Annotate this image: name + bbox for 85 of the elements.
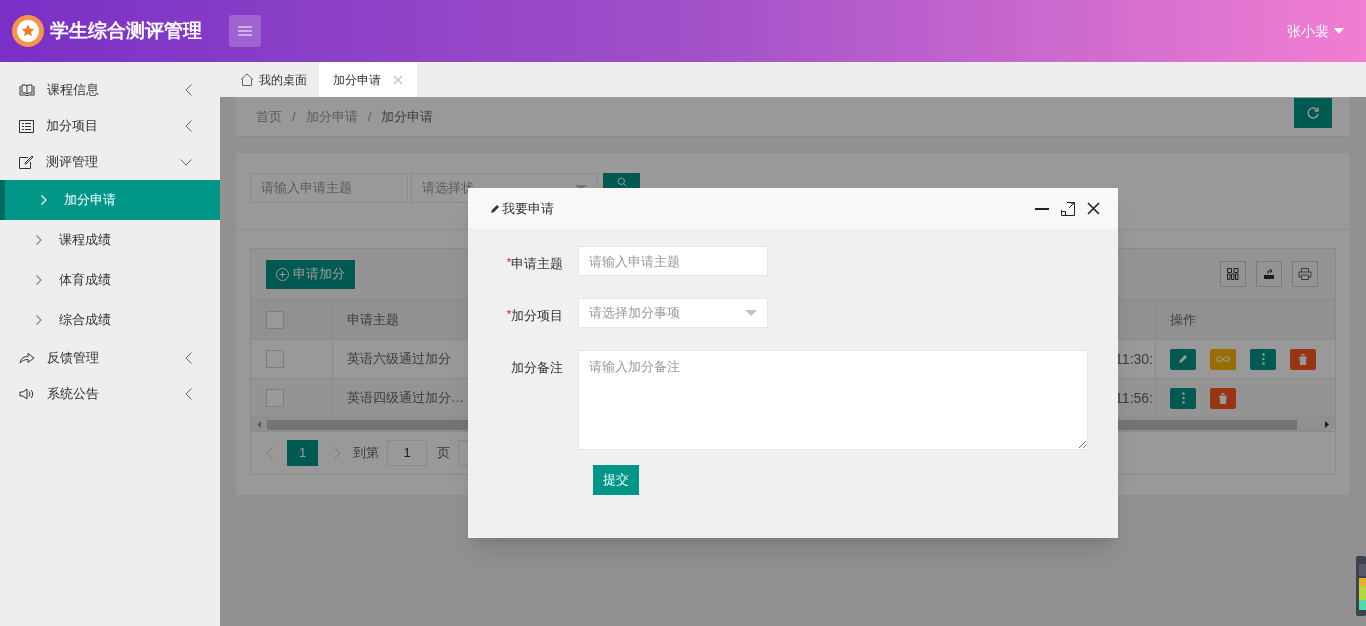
printer-icon: [1298, 268, 1312, 280]
chevron-left-icon: [185, 120, 192, 132]
text-field[interactable]: 请输入申请主题: [578, 246, 768, 276]
tab[interactable]: 加分申请: [319, 62, 417, 97]
row-checkbox[interactable]: [266, 350, 284, 368]
grid-icon: [1227, 268, 1239, 280]
edit-icon: [19, 155, 34, 169]
maximize-icon[interactable]: [1061, 201, 1075, 216]
more-button[interactable]: [1170, 387, 1196, 409]
pencil-icon: [1178, 354, 1188, 364]
menu-icon: [238, 26, 252, 36]
table-cell-text: 11:30:: [1115, 349, 1153, 369]
chevron-left-icon: [185, 84, 192, 96]
refresh-icon: [1306, 105, 1320, 120]
delete-button[interactable]: [1210, 387, 1236, 409]
sidebar-item[interactable]: 课程信息: [0, 72, 220, 108]
breadcrumb-separator: /: [292, 107, 296, 126]
field-label: *申请主题: [505, 255, 564, 273]
next-page-icon[interactable]: [334, 447, 341, 459]
delete-button[interactable]: [1290, 348, 1316, 370]
share-icon: [19, 352, 35, 364]
tab[interactable]: 我的桌面: [228, 62, 319, 97]
link-button[interactable]: [1210, 348, 1236, 370]
prev-page-icon[interactable]: [266, 447, 273, 459]
column-header: 申请主题: [347, 310, 399, 329]
level-meter-icon: [1356, 556, 1366, 616]
trash-icon: [1218, 392, 1228, 404]
speaker-icon: [19, 388, 35, 400]
more-vertical-icon: [1181, 392, 1185, 404]
dialog-title: 我要申请: [502, 199, 554, 218]
columns-button[interactable]: [1220, 261, 1246, 287]
right-arrow-icon: [1325, 421, 1329, 428]
print-button[interactable]: [1292, 261, 1318, 287]
goto-label: 到第: [353, 444, 379, 463]
more-button[interactable]: [1250, 348, 1276, 370]
export-button[interactable]: [1256, 261, 1282, 287]
row-checkbox[interactable]: [266, 389, 284, 407]
row-checkbox[interactable]: [266, 310, 284, 329]
sidebar-item[interactable]: 测评管理: [0, 144, 220, 180]
field-label: 加分备注: [510, 359, 564, 377]
table-cell-text: 英语四级通过加分…: [347, 389, 464, 408]
app-title: 学生综合测评管理: [50, 18, 202, 43]
breadcrumb-separator: /: [367, 107, 372, 126]
table-cell-text: 英语六级通过加分: [347, 350, 451, 369]
pencil-icon: [490, 203, 500, 214]
refresh-button[interactable]: [1294, 97, 1332, 128]
logo-icon: [12, 15, 44, 47]
chevron-down-icon: [180, 158, 192, 166]
sidebar-item[interactable]: 系统公告: [0, 376, 220, 412]
chevron-right-icon: [36, 315, 42, 325]
table-cell-text: 11:56:: [1115, 388, 1153, 408]
link-icon: [1216, 355, 1230, 363]
note-field[interactable]: 请输入加分备注: [578, 350, 1088, 450]
edit-button[interactable]: [1170, 348, 1196, 370]
sidebar-item[interactable]: 加分项目: [0, 108, 220, 144]
sidebar-subitem[interactable]: 加分申请: [0, 180, 220, 220]
more-vertical-icon: [1261, 353, 1265, 365]
column-header: 操作: [1170, 310, 1196, 329]
sidebar-subitem[interactable]: 综合成绩: [0, 300, 220, 340]
field-label: *加分项目: [505, 307, 564, 325]
search-icon: [616, 177, 627, 187]
page-label: 页: [437, 444, 450, 463]
caret-icon: [745, 310, 757, 316]
list-icon: [19, 119, 34, 133]
sidebar-item[interactable]: 反馈管理: [0, 340, 220, 376]
chevron-left-icon: [185, 352, 192, 364]
chevron-right-icon: [41, 195, 47, 205]
sidebar-subitem[interactable]: 体育成绩: [0, 260, 220, 300]
submit-button[interactable]: 提交: [593, 465, 639, 495]
home-icon: [240, 73, 254, 86]
plus-circle-icon: [276, 267, 289, 281]
chevron-right-icon: [36, 275, 42, 285]
sidebar-subitem[interactable]: 课程成绩: [0, 220, 220, 260]
minimize-icon[interactable]: [1035, 207, 1049, 210]
chevron-right-icon: [36, 235, 42, 245]
breadcrumb-current: 加分申请: [381, 107, 434, 126]
trash-icon: [1298, 353, 1308, 365]
menu-button[interactable]: [229, 15, 261, 47]
caret-icon: [1334, 28, 1344, 34]
export-icon: [1263, 268, 1275, 280]
chevron-left-icon: [185, 388, 192, 400]
page-input[interactable]: 1: [387, 440, 427, 466]
close-icon[interactable]: [1087, 202, 1100, 215]
left-arrow-icon: [257, 421, 261, 428]
book-icon: [19, 84, 35, 96]
